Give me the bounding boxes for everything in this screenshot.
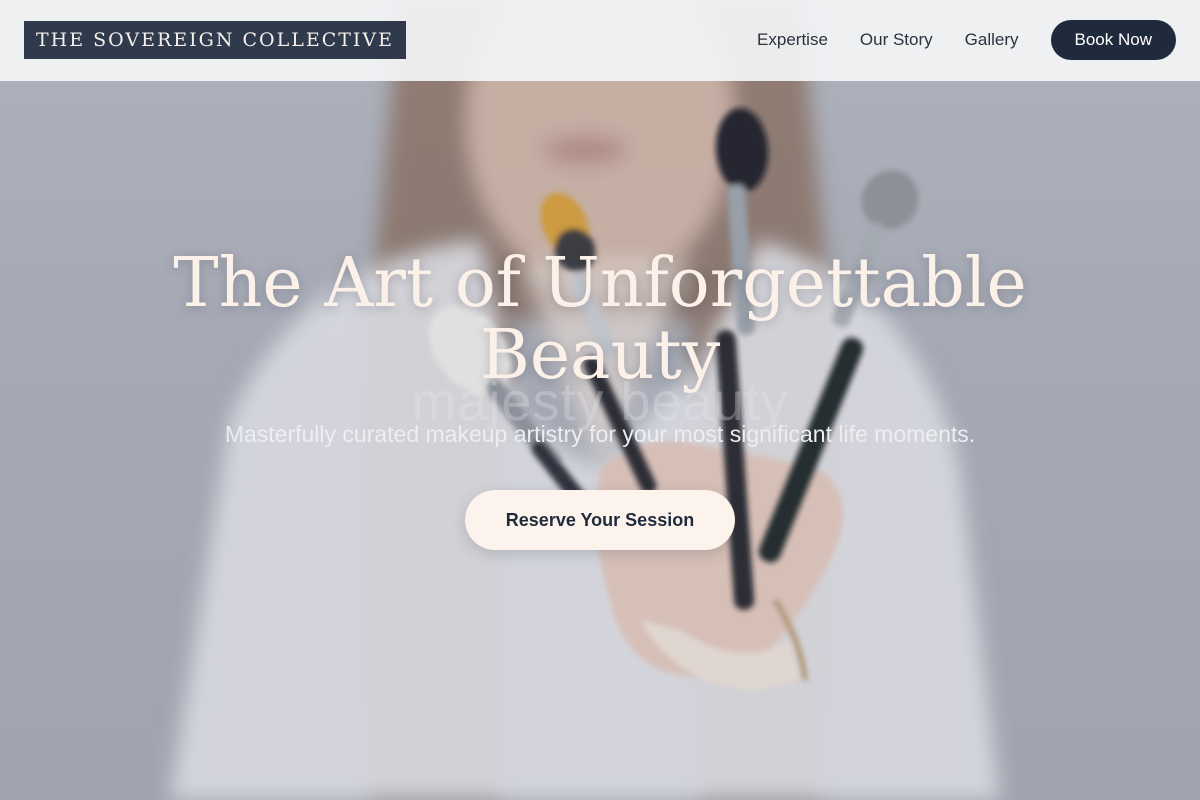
landing-page: THE SOVEREIGN COLLECTIVE Expertise Our S… — [0, 0, 1200, 800]
book-now-button[interactable]: Book Now — [1050, 20, 1176, 60]
hero-subtitle: Masterfully curated makeup artistry for … — [224, 421, 976, 447]
nav-link-expertise[interactable]: Expertise — [757, 30, 828, 50]
site-header: THE SOVEREIGN COLLECTIVE Expertise Our S… — [0, 0, 1200, 81]
hero-title: The Art of Unforgettable Beauty — [173, 244, 1027, 395]
reserve-session-button[interactable]: Reserve Your Session — [465, 490, 735, 550]
main-nav: Expertise Our Story Gallery Book Now — [757, 20, 1176, 60]
nav-link-our-story[interactable]: Our Story — [860, 30, 933, 50]
hero-section: The Art of Unforgettable Beauty majesty … — [0, 0, 1200, 800]
nav-link-gallery[interactable]: Gallery — [965, 30, 1019, 50]
brand-logo[interactable]: THE SOVEREIGN COLLECTIVE — [24, 21, 406, 59]
